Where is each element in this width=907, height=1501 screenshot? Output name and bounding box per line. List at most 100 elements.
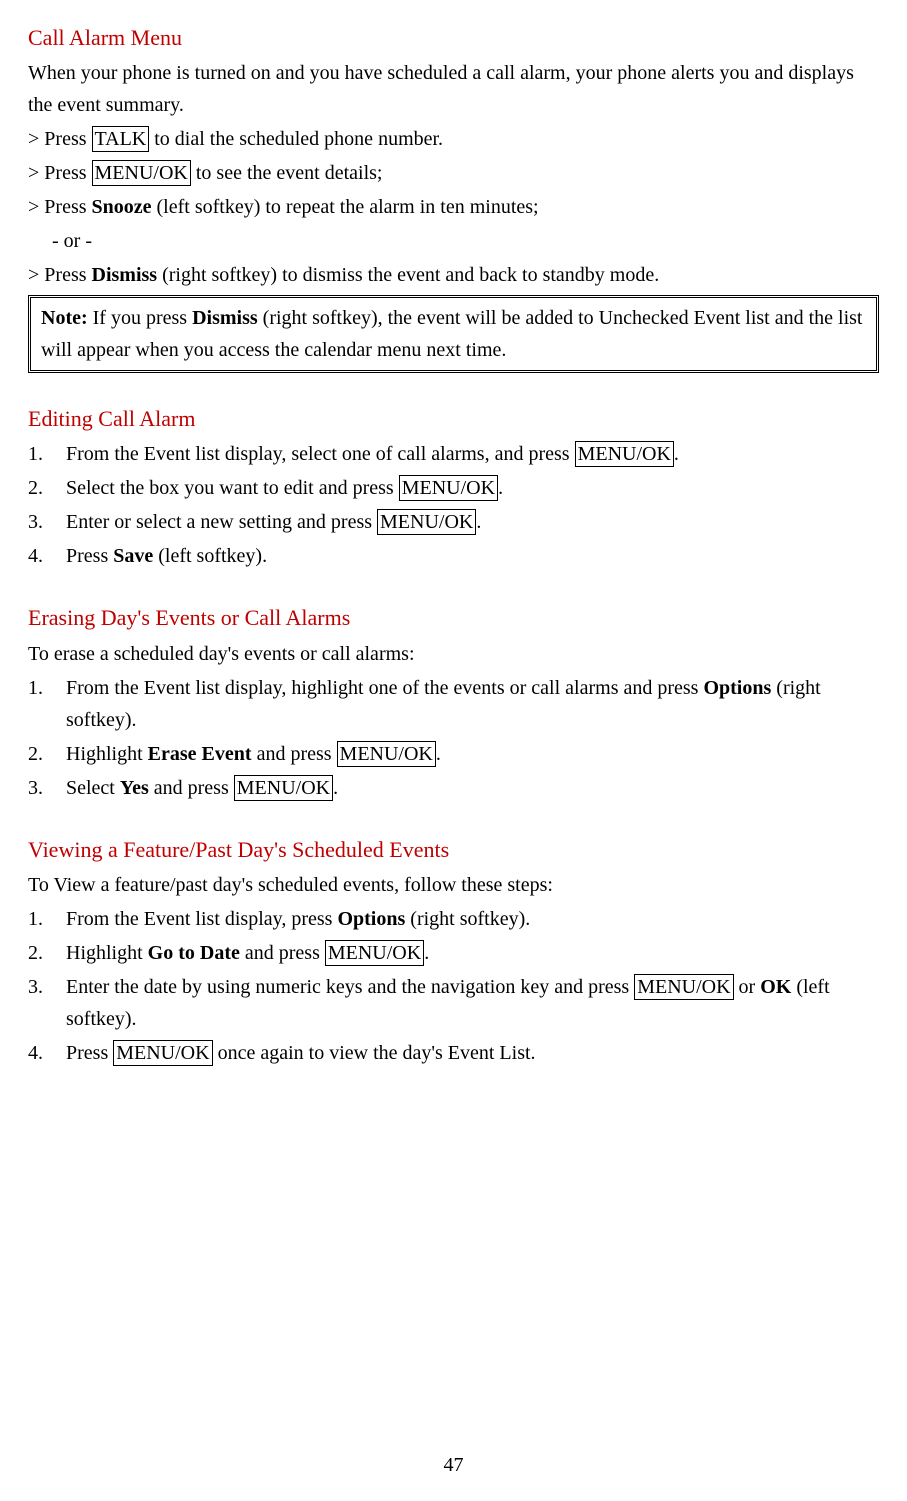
intro-text: To View a feature/past day's scheduled e… bbox=[28, 869, 879, 901]
list-item: 1. From the Event list display, select o… bbox=[28, 438, 879, 470]
text: (right softkey). bbox=[405, 908, 530, 930]
note-label: Note: bbox=[41, 307, 88, 329]
yes-label: Yes bbox=[120, 777, 149, 799]
options-label: Options bbox=[337, 908, 405, 930]
text: . bbox=[436, 743, 441, 765]
item-number: 3. bbox=[28, 971, 66, 1035]
save-label: Save bbox=[113, 545, 153, 567]
text: Select the box you want to edit and pres… bbox=[66, 477, 399, 499]
erase-event-label: Erase Event bbox=[148, 743, 252, 765]
menu-ok-key: MENU/OK bbox=[113, 1040, 212, 1066]
text: and press bbox=[149, 777, 234, 799]
text: From the Event list display, press bbox=[66, 908, 337, 930]
menu-ok-key: MENU/OK bbox=[634, 974, 733, 1000]
text: Enter the date by using numeric keys and… bbox=[66, 976, 634, 998]
item-number: 1. bbox=[28, 672, 66, 736]
text: Enter or select a new setting and press bbox=[66, 511, 377, 533]
item-number: 1. bbox=[28, 903, 66, 935]
bullet-line: > Press Dismiss (right softkey) to dismi… bbox=[28, 259, 879, 291]
menu-ok-key: MENU/OK bbox=[325, 940, 424, 966]
text: . bbox=[674, 443, 679, 465]
list-item: 4. Press MENU/OK once again to view the … bbox=[28, 1037, 879, 1069]
bullet-line: > Press Snooze (left softkey) to repeat … bbox=[28, 191, 879, 223]
snooze-label: Snooze bbox=[92, 196, 152, 218]
heading-viewing-events: Viewing a Feature/Past Day's Scheduled E… bbox=[28, 832, 879, 867]
list-item: 1. From the Event list display, press Op… bbox=[28, 903, 879, 935]
item-text: From the Event list display, press Optio… bbox=[66, 903, 879, 935]
text: > Press bbox=[28, 162, 92, 184]
item-number: 4. bbox=[28, 540, 66, 572]
dismiss-label: Dismiss bbox=[192, 307, 258, 329]
text: > Press bbox=[28, 264, 92, 286]
dismiss-label: Dismiss bbox=[92, 264, 158, 286]
list-item: 3. Enter the date by using numeric keys … bbox=[28, 971, 879, 1035]
text: > Press bbox=[28, 128, 92, 150]
text: to see the event details; bbox=[191, 162, 383, 184]
heading-call-alarm-menu: Call Alarm Menu bbox=[28, 20, 879, 55]
text: . bbox=[498, 477, 503, 499]
menu-ok-key: MENU/OK bbox=[399, 475, 498, 501]
text: From the Event list display, select one … bbox=[66, 443, 575, 465]
text: Press bbox=[66, 545, 113, 567]
text: Highlight bbox=[66, 743, 148, 765]
item-text: Enter or select a new setting and press … bbox=[66, 506, 879, 538]
text: or bbox=[734, 976, 761, 998]
text: . bbox=[424, 942, 429, 964]
go-to-date-label: Go to Date bbox=[148, 942, 240, 964]
text: . bbox=[476, 511, 481, 533]
item-text: Select the box you want to edit and pres… bbox=[66, 472, 879, 504]
text: Select bbox=[66, 777, 120, 799]
text: Press bbox=[66, 1042, 113, 1064]
heading-editing-call-alarm: Editing Call Alarm bbox=[28, 401, 879, 436]
bullet-line: > Press MENU/OK to see the event details… bbox=[28, 157, 879, 189]
text: Highlight bbox=[66, 942, 148, 964]
item-text: Enter the date by using numeric keys and… bbox=[66, 971, 879, 1035]
item-number: 3. bbox=[28, 772, 66, 804]
menu-ok-key: MENU/OK bbox=[337, 741, 436, 767]
menu-ok-key: MENU/OK bbox=[575, 441, 674, 467]
text: once again to view the day's Event List. bbox=[213, 1042, 536, 1064]
list-item: 3. Enter or select a new setting and pre… bbox=[28, 506, 879, 538]
item-number: 2. bbox=[28, 738, 66, 770]
item-text: Highlight Erase Event and press MENU/OK. bbox=[66, 738, 879, 770]
list-item: 2. Select the box you want to edit and p… bbox=[28, 472, 879, 504]
text: (left softkey). bbox=[153, 545, 267, 567]
list-item: 2. Highlight Erase Event and press MENU/… bbox=[28, 738, 879, 770]
text: to dial the scheduled phone number. bbox=[149, 128, 443, 150]
list-item: 4. Press Save (left softkey). bbox=[28, 540, 879, 572]
options-label: Options bbox=[703, 677, 771, 699]
item-text: From the Event list display, highlight o… bbox=[66, 672, 879, 736]
page-number: 47 bbox=[28, 1449, 879, 1481]
text: From the Event list display, highlight o… bbox=[66, 677, 703, 699]
or-text: - or - bbox=[28, 225, 879, 257]
item-number: 4. bbox=[28, 1037, 66, 1069]
item-text: From the Event list display, select one … bbox=[66, 438, 879, 470]
item-number: 3. bbox=[28, 506, 66, 538]
item-number: 2. bbox=[28, 937, 66, 969]
text: . bbox=[333, 777, 338, 799]
text: (right softkey) to dismiss the event and… bbox=[157, 264, 659, 286]
list-item: 1. From the Event list display, highligh… bbox=[28, 672, 879, 736]
menu-ok-key: MENU/OK bbox=[234, 775, 333, 801]
talk-key: TALK bbox=[92, 126, 150, 152]
item-text: Press MENU/OK once again to view the day… bbox=[66, 1037, 879, 1069]
intro-text: To erase a scheduled day's events or cal… bbox=[28, 638, 879, 670]
text: and press bbox=[252, 743, 337, 765]
text: If you press bbox=[88, 307, 192, 329]
intro-text: When your phone is turned on and you hav… bbox=[28, 57, 879, 121]
item-text: Select Yes and press MENU/OK. bbox=[66, 772, 879, 804]
note-box: Note: If you press Dismiss (right softke… bbox=[28, 295, 879, 373]
list-item: 3. Select Yes and press MENU/OK. bbox=[28, 772, 879, 804]
list-item: 2. Highlight Go to Date and press MENU/O… bbox=[28, 937, 879, 969]
ok-label: OK bbox=[760, 976, 791, 998]
heading-erasing-events: Erasing Day's Events or Call Alarms bbox=[28, 600, 879, 635]
item-text: Press Save (left softkey). bbox=[66, 540, 879, 572]
bullet-line: > Press TALK to dial the scheduled phone… bbox=[28, 123, 879, 155]
item-number: 1. bbox=[28, 438, 66, 470]
item-number: 2. bbox=[28, 472, 66, 504]
menu-ok-key: MENU/OK bbox=[92, 160, 191, 186]
item-text: Highlight Go to Date and press MENU/OK. bbox=[66, 937, 879, 969]
menu-ok-key: MENU/OK bbox=[377, 509, 476, 535]
text: and press bbox=[240, 942, 325, 964]
text: > Press bbox=[28, 196, 92, 218]
